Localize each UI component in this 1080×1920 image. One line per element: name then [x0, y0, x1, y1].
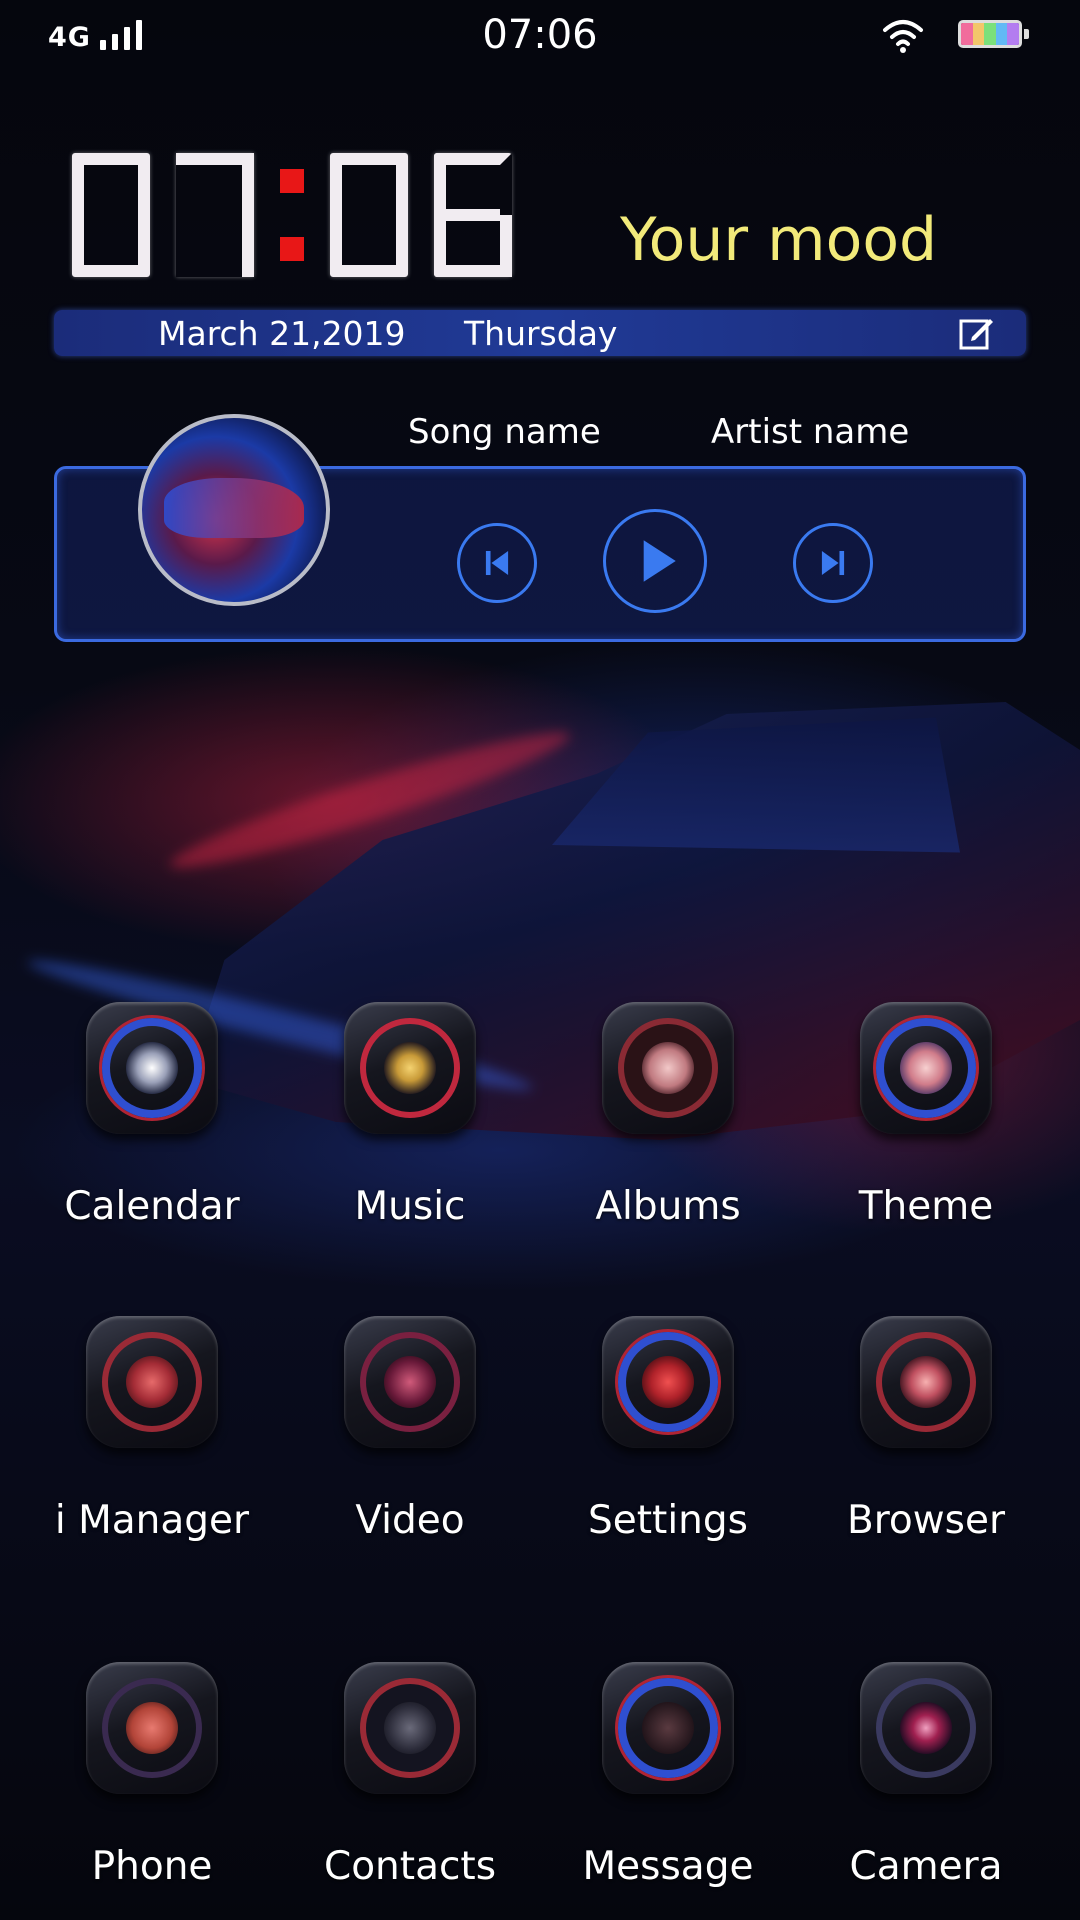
- app-phone[interactable]: Phone: [22, 1662, 282, 1889]
- app-calendar[interactable]: Calendar: [22, 1002, 282, 1229]
- artist-name: Artist name: [711, 412, 910, 452]
- clock-colon: [280, 169, 304, 261]
- wifi-icon: [883, 20, 923, 53]
- clock-digit: [330, 153, 408, 277]
- date-text: March 21,2019: [158, 314, 406, 353]
- message-icon: [602, 1662, 734, 1794]
- digital-clock[interactable]: [72, 140, 538, 290]
- app-label: Message: [582, 1844, 754, 1889]
- clock-digit: [434, 153, 512, 277]
- app-browser[interactable]: Browser: [796, 1316, 1056, 1543]
- date-bar: March 21,2019 Thursday: [54, 310, 1026, 356]
- music-icon: [344, 1002, 476, 1134]
- browser-icon: [860, 1316, 992, 1448]
- settings-icon: [602, 1316, 734, 1448]
- edit-icon[interactable]: [958, 314, 996, 352]
- weekday-text: Thursday: [464, 314, 618, 353]
- next-button[interactable]: [793, 523, 873, 603]
- app-theme[interactable]: Theme: [796, 1002, 1056, 1229]
- app-label: Contacts: [323, 1844, 497, 1889]
- app-video[interactable]: Video: [280, 1316, 540, 1543]
- theme-icon: [860, 1002, 992, 1134]
- imanager-icon: [86, 1316, 218, 1448]
- song-name: Song name: [408, 412, 601, 452]
- camera-icon: [860, 1662, 992, 1794]
- app-label: Phone: [91, 1844, 213, 1889]
- next-icon: [821, 550, 845, 576]
- app-label: Browser: [846, 1498, 1006, 1543]
- clock-digit: [176, 153, 254, 277]
- app-label: Video: [355, 1498, 465, 1543]
- contacts-icon: [344, 1662, 476, 1794]
- app-label: Settings: [588, 1498, 748, 1543]
- app-settings[interactable]: Settings: [538, 1316, 798, 1543]
- previous-button[interactable]: [457, 523, 537, 603]
- previous-icon: [485, 550, 509, 576]
- app-label: Calendar: [64, 1184, 240, 1229]
- play-icon: [643, 540, 676, 582]
- video-icon: [344, 1316, 476, 1448]
- app-label: Music: [354, 1184, 466, 1229]
- app-imanager[interactable]: i Manager: [22, 1316, 282, 1543]
- battery-icon: [958, 20, 1022, 48]
- app-albums[interactable]: Albums: [538, 1002, 798, 1229]
- battery-cap: [1024, 29, 1029, 39]
- app-message[interactable]: Message: [538, 1662, 798, 1889]
- clock-digit: [72, 153, 150, 277]
- app-label: Camera: [849, 1844, 1003, 1889]
- app-music[interactable]: Music: [280, 1002, 540, 1229]
- album-art[interactable]: [138, 414, 330, 606]
- app-contacts[interactable]: Contacts: [280, 1662, 540, 1889]
- phone-icon: [86, 1662, 218, 1794]
- albums-icon: [602, 1002, 734, 1134]
- play-button[interactable]: [603, 509, 707, 613]
- calendar-icon: [86, 1002, 218, 1134]
- status-bar: 4G 07:06: [0, 0, 1080, 70]
- app-camera[interactable]: Camera: [796, 1662, 1056, 1889]
- app-label: Albums: [595, 1184, 741, 1229]
- mood-text[interactable]: Your mood: [620, 205, 937, 275]
- app-label: Theme: [858, 1184, 994, 1229]
- app-label: i Manager: [54, 1498, 250, 1543]
